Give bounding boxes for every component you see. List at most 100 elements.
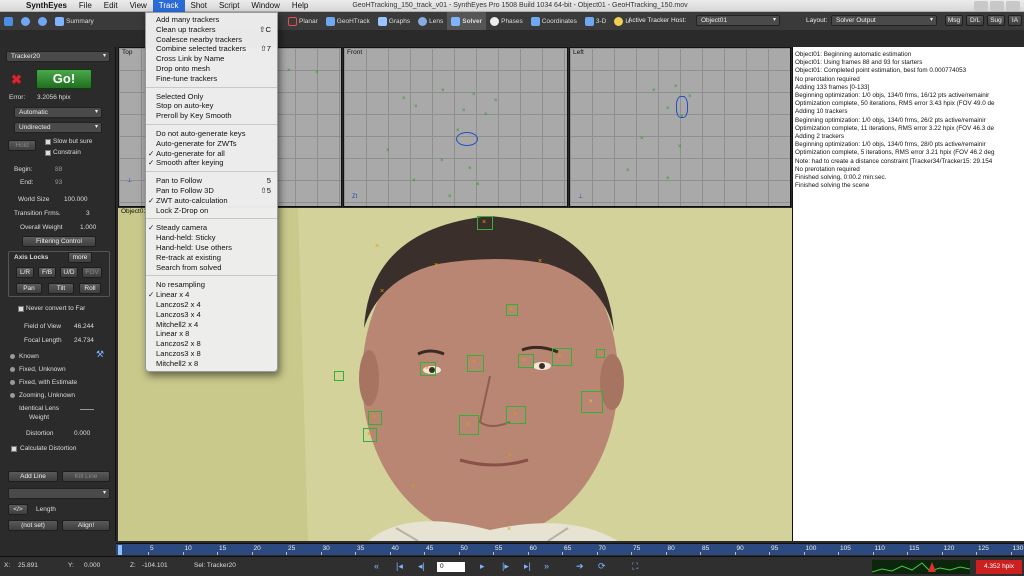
- lock-ud-button[interactable]: U/D: [60, 267, 78, 278]
- menu-item-selected-only[interactable]: Selected Only: [146, 92, 277, 102]
- lock-fb-button[interactable]: F/B: [38, 267, 56, 278]
- axis-locks-more-button[interactable]: more: [68, 252, 92, 263]
- menu-item-lanczos3-x-4[interactable]: Lanczos3 x 4: [146, 310, 277, 320]
- menu-track[interactable]: Track: [152, 0, 185, 12]
- undo-button[interactable]: [17, 12, 34, 30]
- lens-fixed-estimate-radio[interactable]: [10, 380, 15, 385]
- prev-key-icon[interactable]: |◂: [396, 561, 403, 572]
- tab-lens[interactable]: Lens: [414, 12, 447, 30]
- next-frame-icon[interactable]: |▸: [502, 561, 509, 572]
- layout-select[interactable]: Solver Output: [831, 15, 937, 26]
- begin-value[interactable]: 88: [55, 166, 62, 173]
- next-key-icon[interactable]: ▸|: [524, 561, 531, 572]
- calculate-distortion-checkbox[interactable]: [11, 446, 17, 452]
- fullscreen-icon[interactable]: [990, 1, 1004, 11]
- menu-item-lanczos3-x-8[interactable]: Lanczos3 x 8: [146, 349, 277, 359]
- menu-window[interactable]: Window: [245, 0, 285, 12]
- menu-item-preroll-by-key-smooth[interactable]: Preroll by Key Smooth: [146, 111, 277, 121]
- solve-mode-select[interactable]: Automatic: [14, 107, 102, 118]
- lock-fov-button[interactable]: FOV: [82, 267, 102, 278]
- redo-button[interactable]: [34, 12, 51, 30]
- menu-item-re-track-at-existing[interactable]: Re-track at existing: [146, 253, 277, 263]
- lock-pan-button[interactable]: Pan: [16, 283, 42, 294]
- tracker-box[interactable]: [334, 371, 344, 381]
- loop-icon[interactable]: ⟳: [598, 561, 606, 572]
- tab-summary[interactable]: Summary: [51, 12, 98, 30]
- lock-roll-button[interactable]: Roll: [79, 283, 101, 294]
- menu-item-coalesce-nearby-trackers[interactable]: Coalesce nearby trackers: [146, 35, 277, 45]
- tab-geohtrack[interactable]: GeoHTrack: [322, 12, 374, 30]
- line-select[interactable]: [8, 488, 110, 499]
- menu-item-zwt-auto-calculation[interactable]: ✓ ZWT auto-calculation: [146, 196, 277, 206]
- go-button[interactable]: Go!: [36, 69, 92, 89]
- menu-item-mitchell2-x-8[interactable]: Mitchell2 x 8: [146, 359, 277, 369]
- kill-line-button[interactable]: Kill Line: [62, 471, 110, 482]
- playhead[interactable]: [118, 545, 122, 555]
- sug-button[interactable]: Sug: [987, 15, 1005, 26]
- front-viewport[interactable]: Front × × × × × × × × × × × × × × Zt: [343, 47, 568, 207]
- filtering-control-button[interactable]: Filtering Control: [22, 236, 96, 247]
- active-tracker-host-select[interactable]: Object01: [696, 15, 780, 26]
- lens-zooming-radio[interactable]: [10, 393, 15, 398]
- menu-item-lanczos2-x-4[interactable]: Lanczos2 x 4: [146, 300, 277, 310]
- menu-item-smooth-after-keying[interactable]: ✓ Smooth after keying: [146, 158, 277, 168]
- menu-item-cross-link-by-name[interactable]: Cross Link by Name: [146, 54, 277, 64]
- expand-icon[interactable]: ⛶: [632, 561, 638, 572]
- direction-select[interactable]: Undirected: [14, 122, 102, 133]
- minimize-icon[interactable]: [974, 1, 988, 11]
- menu-shot[interactable]: Shot: [185, 0, 213, 12]
- menu-item-add-many-trackers[interactable]: Add many trackers: [146, 15, 277, 25]
- line-endpoints-button[interactable]: </>: [8, 504, 28, 515]
- menu-item-combine-selected-trackers[interactable]: Combine selected trackers ⇧7: [146, 44, 277, 54]
- focal-length-value[interactable]: 24.734: [74, 337, 94, 344]
- tab-phases[interactable]: Phases: [486, 12, 527, 30]
- menu-item-linear-x-8[interactable]: Linear x 8: [146, 329, 277, 339]
- menu-item-no-resampling[interactable]: No resampling: [146, 280, 277, 290]
- tab-planar[interactable]: Planar: [284, 12, 322, 30]
- lock-lr-button[interactable]: L/R: [16, 267, 34, 278]
- menu-item-do-not-auto-generate-keys[interactable]: Do not auto-generate keys: [146, 129, 277, 139]
- menu-item-fine-tune-trackers[interactable]: Fine-tune trackers: [146, 74, 277, 84]
- play-icon[interactable]: ▸: [480, 561, 485, 572]
- menu-item-stop-on-auto-key[interactable]: Stop on auto-key: [146, 101, 277, 111]
- tab-3d[interactable]: 3-D: [581, 12, 610, 30]
- menu-item-hand-held-sticky[interactable]: Hand-held: Sticky: [146, 233, 277, 243]
- menu-item-mitchell2-x-4[interactable]: Mitchell2 x 4: [146, 320, 277, 330]
- rewind-icon[interactable]: «: [374, 561, 379, 571]
- fov-value[interactable]: 46.244: [74, 323, 94, 330]
- tab-graphs[interactable]: Graphs: [374, 12, 414, 30]
- lock-tilt-button[interactable]: Tilt: [48, 283, 74, 294]
- distortion-value[interactable]: 0.000: [74, 430, 90, 437]
- slow-but-sure-checkbox[interactable]: [45, 139, 51, 145]
- dl-button[interactable]: D/L: [966, 15, 984, 26]
- add-line-button[interactable]: Add Line: [8, 471, 58, 482]
- menu-edit[interactable]: Edit: [98, 0, 124, 12]
- not-set-button[interactable]: (not set): [8, 520, 58, 531]
- menu-item-hand-held-use-others[interactable]: Hand-held: Use others: [146, 243, 277, 253]
- menu-item-steady-camera[interactable]: ✓ Steady camera: [146, 223, 277, 233]
- lens-wizard-icon[interactable]: ⚒: [96, 349, 104, 360]
- menu-item-lanczos2-x-8[interactable]: Lanczos2 x 8: [146, 339, 277, 349]
- tab-coordinates[interactable]: Coordinates: [527, 12, 581, 30]
- direction-icon[interactable]: ➔: [576, 561, 584, 572]
- menu-item-auto-generate-for-zwts[interactable]: Auto-generate for ZWTs: [146, 139, 277, 149]
- menu-item-linear-x-4[interactable]: ✓ Linear x 4: [146, 290, 277, 300]
- timeline[interactable]: 5 10 15 20 25 30 35 40 45 50 55 60 65 70 75 80 85 90 95 100…: [116, 543, 1024, 555]
- menu-view[interactable]: View: [124, 0, 153, 12]
- menu-synth-eyes[interactable]: SynthEyes: [20, 0, 73, 12]
- frame-field[interactable]: 0: [437, 562, 465, 572]
- align-button[interactable]: Align!: [62, 520, 110, 531]
- tracker-box[interactable]: [596, 349, 605, 358]
- left-viewport[interactable]: Left × × × × × × × × × ⊥: [569, 47, 791, 207]
- world-size-value[interactable]: 100.000: [64, 196, 88, 203]
- lens-known-radio[interactable]: [10, 354, 15, 359]
- msg-button[interactable]: Msg: [945, 15, 963, 26]
- never-convert-checkbox[interactable]: [18, 306, 24, 312]
- menu-item-clean-up-trackers[interactable]: Clean up trackers ⇧C: [146, 25, 277, 35]
- ia-button[interactable]: IA: [1008, 15, 1022, 26]
- menu-item-pan-to-follow[interactable]: Pan to Follow 5: [146, 176, 277, 186]
- identical-lens-weight-field[interactable]: [80, 409, 94, 410]
- cancel-solve-icon[interactable]: ✖: [11, 73, 22, 86]
- overall-weight-value[interactable]: 1.000: [80, 224, 96, 231]
- fast-forward-icon[interactable]: »: [544, 561, 549, 571]
